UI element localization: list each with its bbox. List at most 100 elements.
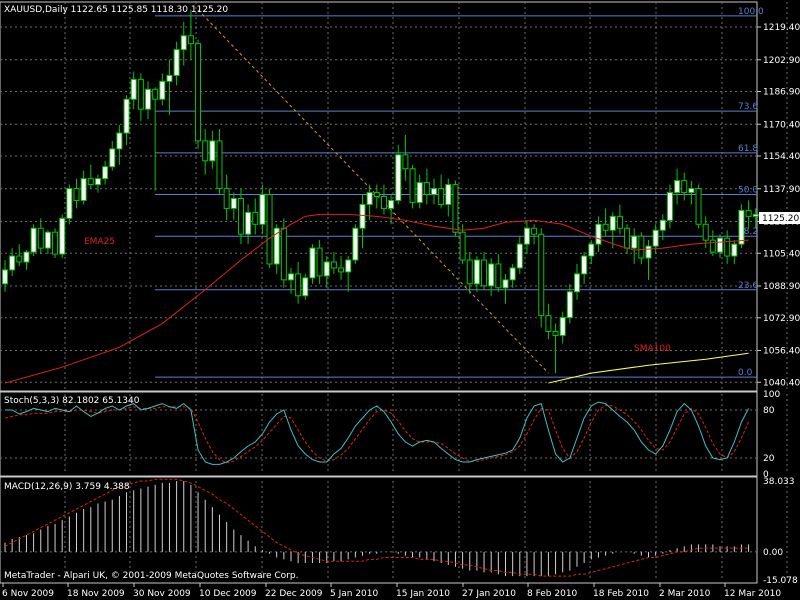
price-tick-label: 1137.90	[763, 185, 800, 195]
candle-body	[195, 43, 202, 142]
candle-body	[302, 277, 309, 297]
time-tick-label: 27 Jan 2010	[462, 589, 516, 599]
candle-body	[187, 35, 194, 45]
macd-title: MACD(12,26,9) 3.759 4.388	[4, 482, 130, 492]
candle-body	[409, 168, 416, 203]
candle-body	[137, 78, 144, 110]
price-tick-label: 1186.90	[763, 88, 800, 98]
candle-body	[223, 188, 230, 209]
candle-body	[566, 291, 573, 319]
candle-body	[717, 237, 723, 253]
candle-body	[230, 197, 237, 209]
candle-body	[80, 178, 87, 201]
candle-body	[395, 154, 402, 201]
symbol-header: XAUUSD,Daily 1122.65 1125.85 1118.30 112…	[4, 5, 228, 15]
candle-body	[681, 180, 688, 194]
candle-body	[559, 317, 566, 336]
time-tick-label: 30 Nov 2009	[133, 589, 191, 599]
candle-body	[159, 80, 166, 100]
candle-body	[123, 98, 130, 134]
candle-body	[666, 192, 673, 221]
candle-body	[366, 192, 373, 205]
candle-body	[309, 247, 316, 279]
candle-body	[52, 231, 59, 255]
price-tick-label: 1170.40	[763, 120, 800, 130]
candle-body	[94, 178, 101, 186]
candle-body	[523, 227, 530, 245]
candle-body	[2, 269, 8, 285]
candle-body	[73, 188, 80, 201]
time-tick-label: 12 Mar 2010	[724, 589, 781, 599]
price-tick-label: 1154.40	[763, 152, 800, 162]
candle-body	[731, 243, 738, 257]
candle-body	[288, 273, 294, 281]
candle-body	[531, 227, 538, 235]
stoch-title: Stoch(5,3,3) 82.1802 65.1340	[4, 396, 140, 406]
time-tick-label: 10 Dec 2009	[199, 589, 257, 599]
candle-body	[724, 237, 731, 257]
macd-tick-label: -15.078	[763, 576, 798, 586]
candle-body	[130, 78, 137, 100]
candle-body	[216, 140, 223, 190]
candle-body	[173, 49, 180, 76]
time-tick-label: 15 Jan 2010	[396, 589, 450, 599]
candle-body	[452, 184, 459, 233]
candle-body	[359, 203, 366, 229]
price-tick-label: 1072.90	[763, 314, 800, 324]
candle-body	[659, 219, 666, 231]
candle-body	[345, 259, 352, 273]
candle-body	[316, 247, 323, 277]
macd-tick-label: 0.00	[763, 548, 783, 558]
macd-tick-label: 38.033	[763, 477, 795, 487]
current-price-marker: 1125.20	[759, 212, 800, 224]
chart-background	[0, 0, 800, 600]
candle-body	[44, 231, 51, 249]
candle-body	[416, 182, 423, 203]
candle-body	[323, 261, 330, 277]
candle-body	[66, 188, 73, 219]
candle-body	[674, 180, 681, 194]
stoch-tick-label: 100	[763, 390, 780, 400]
candle-body	[16, 255, 23, 263]
price-tick-label: 1219.40	[763, 23, 800, 33]
candle-body	[616, 215, 623, 229]
ema-label: EMA25	[84, 237, 115, 247]
fib-level-label: 23.6	[738, 281, 758, 291]
price-tick-label: 1088.90	[763, 282, 800, 292]
candle-body	[402, 154, 409, 170]
fib-level-label: 73.6	[738, 102, 758, 112]
current-price-label: 1125.20	[762, 214, 799, 224]
candle-body	[495, 263, 502, 289]
candle-body	[330, 261, 337, 269]
fib-level-label: 0.0	[738, 368, 753, 378]
candle-body	[752, 213, 759, 217]
candle-body	[152, 88, 159, 100]
price-tick-label: 1105.40	[763, 249, 800, 259]
price-tick-label: 1202.90	[763, 56, 800, 66]
candle-body	[59, 217, 66, 255]
fib-level-label: 50.0	[738, 186, 758, 196]
candle-body	[30, 227, 37, 253]
candle-body	[502, 279, 509, 289]
candle-body	[431, 188, 437, 196]
candle-body	[388, 199, 395, 209]
candle-body	[245, 211, 252, 235]
candle-body	[481, 259, 488, 287]
sma-label: SMA100	[634, 344, 671, 354]
stoch-tick-label: 20	[763, 454, 775, 464]
candle-body	[445, 184, 452, 205]
time-tick-label: 8 Feb 2010	[527, 589, 578, 599]
time-tick-label: 6 Nov 2009	[2, 589, 54, 599]
candle-body	[645, 245, 652, 259]
price-tick-label: 1040.40	[763, 378, 800, 388]
candle-body	[109, 148, 116, 168]
candle-body	[209, 140, 216, 162]
candle-body	[609, 215, 616, 231]
candle-body	[695, 188, 702, 225]
time-tick-label: 5 Jan 2010	[330, 589, 378, 599]
candle-body	[652, 229, 659, 247]
trading-chart[interactable]: 100.073.661.850.038.223.60.0 EMA25 SMA10…	[0, 0, 800, 600]
time-tick-label: 2 Mar 2010	[659, 589, 711, 599]
candle-body	[602, 223, 609, 231]
candle-body	[709, 239, 716, 253]
